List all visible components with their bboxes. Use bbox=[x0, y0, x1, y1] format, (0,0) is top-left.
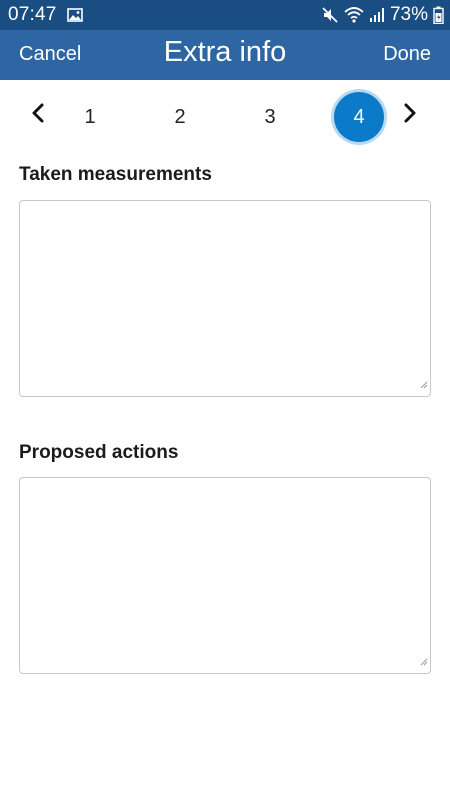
cancel-button[interactable]: Cancel bbox=[19, 43, 81, 66]
chevron-left-icon[interactable] bbox=[30, 102, 46, 129]
image-icon bbox=[66, 8, 83, 22]
resize-grip-icon[interactable] bbox=[420, 653, 428, 671]
step-pager: 1 2 3 4 bbox=[0, 80, 450, 150]
page-2-button[interactable]: 2 bbox=[155, 92, 205, 142]
app-bar: Cancel Extra info Done bbox=[0, 30, 450, 80]
done-button[interactable]: Done bbox=[383, 43, 431, 66]
battery-icon bbox=[433, 6, 444, 24]
page-3-button[interactable]: 3 bbox=[245, 92, 295, 142]
page-1-button[interactable]: 1 bbox=[65, 92, 115, 142]
proposed-actions-label: Proposed actions bbox=[19, 442, 179, 463]
mute-icon bbox=[321, 6, 339, 24]
page-4-button-active[interactable]: 4 bbox=[334, 92, 384, 142]
battery-percentage: 73% bbox=[389, 4, 428, 25]
status-time: 07:47 bbox=[8, 4, 57, 25]
resize-grip-icon[interactable] bbox=[420, 376, 428, 394]
wifi-icon bbox=[344, 6, 364, 24]
chevron-right-icon[interactable] bbox=[402, 102, 418, 129]
taken-measurements-label: Taken measurements bbox=[19, 164, 212, 185]
taken-measurements-textarea[interactable] bbox=[19, 200, 431, 397]
signal-icon bbox=[369, 7, 385, 23]
status-bar: 07:47 73% bbox=[0, 0, 450, 30]
proposed-actions-textarea[interactable] bbox=[19, 477, 431, 674]
